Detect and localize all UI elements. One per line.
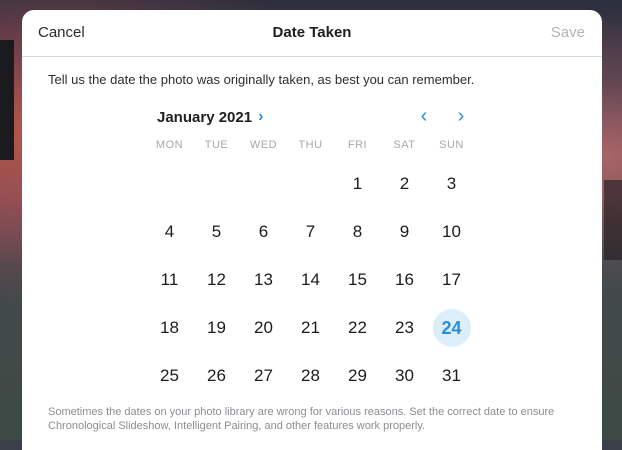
- save-button[interactable]: Save: [551, 24, 585, 41]
- tree-silhouette: [0, 40, 14, 160]
- day-number: 23: [395, 318, 414, 337]
- calendar-grid: 1 2 3 4 5 6 7 8 9 10 11 12 13 14 15 16 17 18 19 20 21 22 23 24 2…: [146, 160, 476, 400]
- day-cell[interactable]: 27: [240, 352, 287, 400]
- day-cell[interactable]: 16: [381, 256, 428, 304]
- empty-day-cell: [146, 160, 193, 208]
- weekday-label: MON: [155, 139, 184, 151]
- day-number: 11: [160, 270, 179, 289]
- day-number: 25: [160, 366, 179, 385]
- day-number: 8: [352, 222, 363, 241]
- dialog-header: Cancel Date Taken Save: [22, 10, 602, 57]
- chevron-right-icon: ›: [258, 108, 264, 125]
- day-number: 16: [395, 270, 414, 289]
- day-cell[interactable]: 23: [381, 304, 428, 352]
- day-number: 7: [305, 222, 316, 241]
- day-cell[interactable]: 13: [240, 256, 287, 304]
- day-cell[interactable]: 1: [334, 160, 381, 208]
- day-number: 19: [207, 318, 226, 337]
- day-number: 28: [301, 366, 320, 385]
- month-label: January 2021: [157, 108, 253, 126]
- day-number: 10: [442, 222, 461, 241]
- next-month-button[interactable]: ›: [451, 106, 471, 126]
- day-number: 24: [432, 309, 471, 347]
- previous-month-button[interactable]: ‹: [414, 106, 434, 126]
- day-number: 27: [254, 366, 273, 385]
- day-number: 12: [207, 270, 226, 289]
- day-cell[interactable]: 21: [287, 304, 334, 352]
- day-number: 3: [446, 174, 457, 193]
- day-number: 5: [211, 222, 222, 241]
- weekday-header: MON TUE WED THU FRI SAT SUN: [146, 139, 476, 151]
- day-cell[interactable]: 6: [240, 208, 287, 256]
- day-number: 6: [258, 222, 269, 241]
- day-cell[interactable]: 9: [381, 208, 428, 256]
- day-cell[interactable]: 26: [193, 352, 240, 400]
- day-cell[interactable]: 31: [428, 352, 475, 400]
- day-cell[interactable]: 14: [287, 256, 334, 304]
- day-number: 2: [399, 174, 410, 193]
- day-cell[interactable]: 29: [334, 352, 381, 400]
- weekday-label: TUE: [204, 139, 229, 151]
- month-picker-button[interactable]: January 2021 ›: [157, 108, 263, 126]
- day-cell[interactable]: 11: [146, 256, 193, 304]
- day-number: 9: [399, 222, 410, 241]
- day-number: 4: [164, 222, 175, 241]
- day-cell[interactable]: 3: [428, 160, 475, 208]
- day-number: 14: [301, 270, 320, 289]
- date-taken-dialog: Cancel Date Taken Save Tell us the date …: [22, 10, 602, 450]
- day-cell[interactable]: 4: [146, 208, 193, 256]
- day-number: 17: [442, 270, 461, 289]
- day-cell[interactable]: 22: [334, 304, 381, 352]
- empty-day-cell: [193, 160, 240, 208]
- day-number: 18: [160, 318, 179, 337]
- weekday-label: FRI: [347, 139, 368, 151]
- dialog-title: Date Taken: [272, 24, 352, 41]
- day-cell[interactable]: 20: [240, 304, 287, 352]
- day-number: 29: [348, 366, 367, 385]
- day-number: 13: [254, 270, 273, 289]
- day-number: 21: [301, 318, 320, 337]
- intro-text: Tell us the date the photo was originall…: [48, 72, 475, 87]
- weekday-label: WED: [249, 139, 278, 151]
- selected-day-cell[interactable]: 24: [428, 304, 475, 352]
- empty-day-cell: [287, 160, 334, 208]
- empty-day-cell: [240, 160, 287, 208]
- weekday-label: THU: [298, 139, 323, 151]
- day-cell[interactable]: 7: [287, 208, 334, 256]
- tree-silhouette: [604, 180, 622, 260]
- weekday-label: SUN: [439, 139, 464, 151]
- day-cell[interactable]: 18: [146, 304, 193, 352]
- day-cell[interactable]: 8: [334, 208, 381, 256]
- day-cell[interactable]: 25: [146, 352, 193, 400]
- day-cell[interactable]: 10: [428, 208, 475, 256]
- day-cell[interactable]: 5: [193, 208, 240, 256]
- day-number: 31: [442, 366, 461, 385]
- day-number: 15: [348, 270, 367, 289]
- day-cell[interactable]: 28: [287, 352, 334, 400]
- day-number: 20: [254, 318, 273, 337]
- day-cell[interactable]: 19: [193, 304, 240, 352]
- day-cell[interactable]: 12: [193, 256, 240, 304]
- day-cell[interactable]: 15: [334, 256, 381, 304]
- day-cell[interactable]: 2: [381, 160, 428, 208]
- day-number: 26: [207, 366, 226, 385]
- footer-note: Sometimes the dates on your photo librar…: [48, 406, 555, 432]
- day-cell[interactable]: 30: [381, 352, 428, 400]
- day-number: 22: [348, 318, 367, 337]
- day-number: 30: [395, 366, 414, 385]
- day-number: 1: [352, 174, 363, 193]
- weekday-label: SAT: [393, 139, 416, 151]
- day-cell[interactable]: 17: [428, 256, 475, 304]
